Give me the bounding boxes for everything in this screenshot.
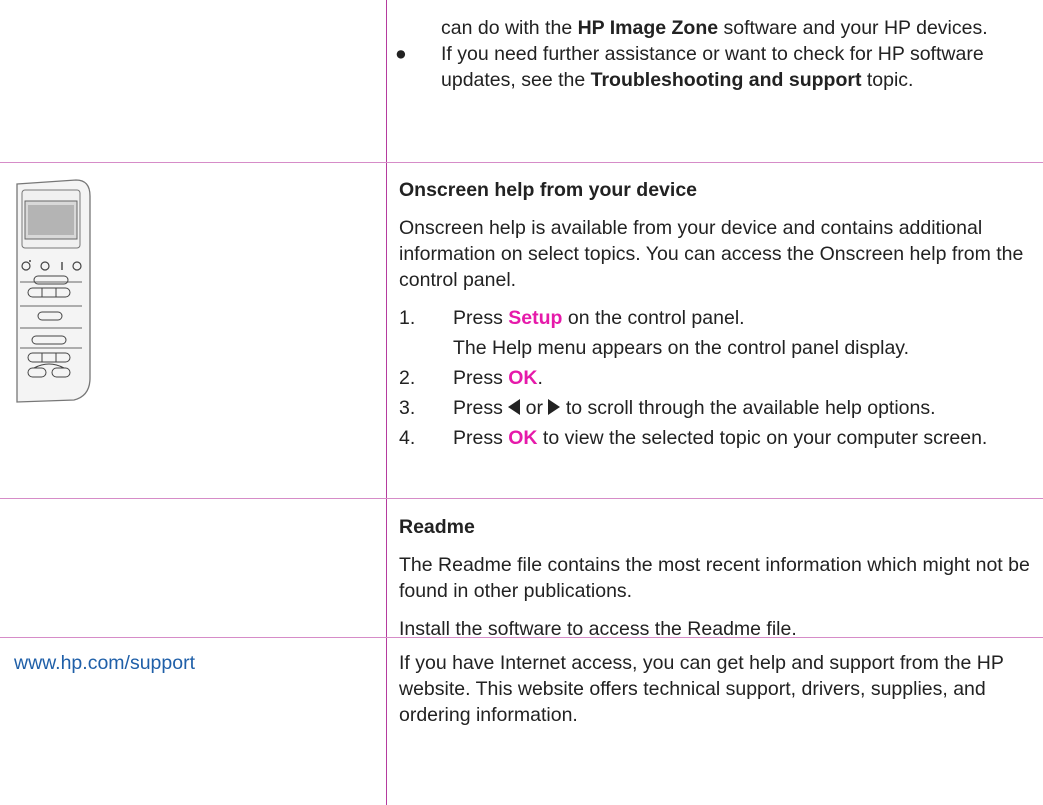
hp-website-description: If you have Internet access, you can get… (399, 652, 1004, 726)
step-1-sub: The Help menu appears on the control pan… (453, 337, 910, 359)
column-divider (386, 0, 387, 805)
setup-key: Setup (508, 307, 563, 329)
ok-key: OK (508, 427, 538, 449)
step-4: 4. Press OK to view the selected topic o… (399, 427, 988, 449)
step-2: 2. Press OK. (399, 367, 543, 389)
intro-text: can do with the HP Image Zone software a… (441, 17, 988, 39)
ok-key: OK (508, 367, 538, 389)
row-divider-2 (0, 498, 1043, 499)
hp-support-link[interactable]: www.hp.com/support (14, 652, 195, 674)
row-divider-1 (0, 162, 1043, 163)
row4-link-cell: www.hp.com/support (14, 650, 374, 676)
onscreen-help-description: Onscreen help is available from your dev… (399, 217, 1024, 291)
left-arrow-icon (508, 399, 521, 415)
onscreen-help-heading: Onscreen help from your device (399, 179, 698, 201)
row2-content: Onscreen help from your device Onscreen … (399, 177, 1031, 451)
step-1: 1. Press Setup on the control panel. (399, 307, 745, 329)
row3-content: Readme The Readme file contains the most… (399, 514, 1031, 642)
step-3: 3. Press or to scroll through the availa… (399, 397, 936, 419)
readme-heading: Readme (399, 516, 475, 538)
control-panel-illustration (14, 178, 92, 411)
right-arrow-icon (548, 399, 561, 415)
bullet-marker: ● (395, 43, 407, 65)
readme-description: The Readme file contains the most recent… (399, 554, 1030, 602)
row1-content: can do with the HP Image Zone software a… (395, 15, 1031, 93)
readme-install-text: Install the software to access the Readm… (399, 618, 797, 640)
bullet-item: ● If you need further assistance or want… (395, 43, 984, 91)
row4-content: If you have Internet access, you can get… (399, 650, 1031, 728)
